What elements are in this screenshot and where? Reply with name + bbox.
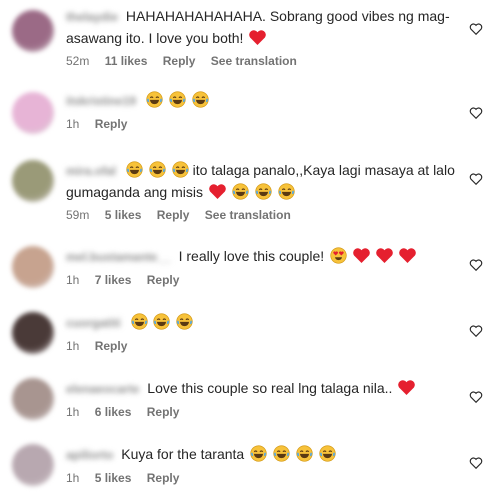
comment-time: 1h <box>66 471 80 485</box>
avatar[interactable] <box>12 160 54 202</box>
like-heart-icon[interactable] <box>469 324 483 338</box>
laughing-emoji <box>232 183 249 200</box>
laughing-emoji <box>319 445 336 462</box>
heart-emoji <box>398 380 416 395</box>
likes-count[interactable]: 5 likes <box>95 471 132 485</box>
reply-button[interactable]: Reply <box>95 339 128 353</box>
heart-emoji <box>249 30 267 45</box>
laughing-emoji <box>273 445 290 462</box>
comment-time: 1h <box>66 273 80 287</box>
comment-meta: 1h Reply <box>66 116 456 132</box>
comment-line: mel.bustamante__ I really love this coup… <box>66 246 456 268</box>
comment-text: Love this couple so real lng talaga nila… <box>147 380 393 396</box>
avatar[interactable] <box>12 10 54 52</box>
comment-time: 52m <box>66 54 90 68</box>
like-heart-icon[interactable] <box>469 258 483 272</box>
like-heart-icon[interactable] <box>469 456 483 470</box>
laughing-emoji <box>176 313 193 330</box>
comment-time: 1h <box>66 339 80 353</box>
laughing-emoji <box>130 313 148 330</box>
laughing-emoji <box>192 91 209 108</box>
see-translation-button[interactable]: See translation <box>211 54 297 68</box>
comment-time: 1h <box>66 117 80 131</box>
comment-username[interactable]: itskristine19 <box>66 91 136 112</box>
reply-button[interactable]: Reply <box>157 208 190 222</box>
comment-line: apiliorto Kuya for the taranta <box>66 444 456 466</box>
see-translation-button[interactable]: See translation <box>205 208 291 222</box>
comment-list: thelaydie HAHAHAHAHAHAHA. Sobrang good v… <box>0 0 495 504</box>
likes-count[interactable]: 7 likes <box>95 273 132 287</box>
laughing-emoji <box>146 91 163 108</box>
comment-body: elenaeocarte Love this couple so real ln… <box>66 378 456 420</box>
comment-text: Kuya for the taranta <box>121 446 245 462</box>
reply-button[interactable]: Reply <box>163 54 196 68</box>
comment-meta: 1h 5 likes Reply <box>66 470 456 486</box>
comment-body: mira.ofal ito talaga panalo,,Kaya lagi m… <box>66 160 456 223</box>
comment-meta: 59m 5 likes Reply See translation <box>66 207 456 223</box>
comment-username[interactable]: cuorgatiti <box>66 313 121 334</box>
heart-emoji <box>376 248 393 263</box>
comment-line: thelaydie HAHAHAHAHAHAHA. Sobrang good v… <box>66 6 456 49</box>
comment-line: cuorgatiti <box>66 312 456 334</box>
laughing-emoji <box>153 313 171 330</box>
comment-meta: 1h 7 likes Reply <box>66 272 456 288</box>
like-heart-icon[interactable] <box>469 106 483 120</box>
laughing-emoji <box>172 161 189 178</box>
avatar[interactable] <box>12 246 54 288</box>
heart-emoji <box>353 248 370 263</box>
reply-button[interactable]: Reply <box>147 273 180 287</box>
likes-count[interactable]: 6 likes <box>95 405 132 419</box>
laughing-emoji <box>255 183 272 200</box>
comment-body: cuorgatiti 1h Reply <box>66 312 456 354</box>
reply-button[interactable]: Reply <box>95 117 128 131</box>
laughing-emoji <box>149 161 166 178</box>
comment-username[interactable]: mira.ofal <box>66 161 116 182</box>
comment-username[interactable]: apiliorto <box>66 445 113 466</box>
avatar[interactable] <box>12 378 54 420</box>
laughing-emoji <box>126 161 143 178</box>
comment-time: 59m <box>66 208 90 222</box>
comment-body: itskristine19 1h Reply <box>66 90 456 132</box>
comment-meta: 1h 6 likes Reply <box>66 404 456 420</box>
comment-username[interactable]: mel.bustamante__ <box>66 247 171 268</box>
comment-body: thelaydie HAHAHAHAHAHAHA. Sobrang good v… <box>66 6 456 69</box>
like-heart-icon[interactable] <box>469 172 483 186</box>
comment-line: itskristine19 <box>66 90 456 112</box>
laughing-emoji <box>250 445 267 462</box>
comment-username[interactable]: elenaeocarte <box>66 379 139 400</box>
comment-meta: 52m 11 likes Reply See translation <box>66 53 456 69</box>
like-heart-icon[interactable] <box>469 22 483 36</box>
avatar[interactable] <box>12 312 54 354</box>
avatar[interactable] <box>12 444 54 486</box>
comment-username[interactable]: thelaydie <box>66 7 118 28</box>
comment-time: 1h <box>66 405 80 419</box>
like-heart-icon[interactable] <box>469 390 483 404</box>
likes-count[interactable]: 11 likes <box>105 54 148 68</box>
laughing-emoji <box>296 445 313 462</box>
comment-meta: 1h Reply <box>66 338 456 354</box>
laughing-emoji <box>277 183 295 200</box>
heart-eyes-emoji <box>330 247 347 264</box>
comment-body: mel.bustamante__ I really love this coup… <box>66 246 456 288</box>
reply-button[interactable]: Reply <box>147 471 180 485</box>
comment-line: mira.ofal ito talaga panalo,,Kaya lagi m… <box>66 160 456 203</box>
comment-line: elenaeocarte Love this couple so real ln… <box>66 378 456 400</box>
laughing-emoji <box>169 91 186 108</box>
likes-count[interactable]: 5 likes <box>105 208 142 222</box>
heart-emoji <box>209 184 226 199</box>
comment-text: I really love this couple! <box>178 248 325 264</box>
avatar[interactable] <box>12 92 54 134</box>
heart-emoji <box>398 248 416 263</box>
comment-body: apiliorto Kuya for the taranta 1h 5 like… <box>66 444 456 486</box>
reply-button[interactable]: Reply <box>147 405 180 419</box>
emoji-group <box>144 91 209 108</box>
